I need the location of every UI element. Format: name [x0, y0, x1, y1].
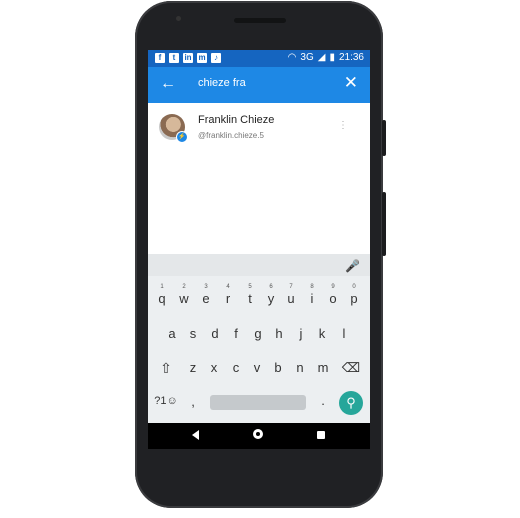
front-camera — [176, 16, 181, 21]
facebook-icon: f — [155, 53, 165, 63]
keyboard-row-2: a s d f g h j k l — [148, 326, 370, 352]
key-v[interactable]: v — [246, 360, 268, 375]
back-arrow-icon[interactable]: ← — [160, 75, 176, 93]
key-l[interactable]: l — [333, 326, 355, 341]
key-h[interactable]: h — [268, 326, 290, 341]
key-s[interactable]: s — [182, 326, 204, 341]
navigation-bar — [148, 423, 370, 449]
period-key[interactable]: . — [316, 393, 330, 408]
keyboard-row-3: ⇧ z x c v b n m ⌫ — [148, 360, 370, 386]
result-handle: @franklin.chieze.5 — [198, 131, 264, 140]
search-app-bar: ← chieze fra ✕ — [148, 67, 370, 103]
key-z[interactable]: z — [182, 360, 204, 375]
notification-icons: f t in m ♪ — [155, 53, 221, 63]
key-c[interactable]: c — [225, 360, 247, 375]
clock: 21:36 — [338, 52, 364, 63]
messenger-badge-icon: ⚡ — [176, 131, 188, 143]
messenger-icon: m — [197, 53, 207, 63]
shift-key-icon[interactable]: ⇧ — [156, 360, 176, 377]
signal-icon: ◢ — [317, 52, 326, 63]
soft-keyboard: 🎤 1q 2w 3e 4r 5t 6y 7u 8i 9o 0p a s d f … — [148, 254, 370, 423]
key-g[interactable]: g — [247, 326, 269, 341]
space-bar[interactable] — [210, 395, 306, 410]
key-n[interactable]: n — [289, 360, 311, 375]
key-b[interactable]: b — [267, 360, 289, 375]
key-e[interactable]: 3e — [195, 284, 217, 306]
key-q[interactable]: 1q — [151, 284, 173, 306]
nav-back-icon[interactable] — [192, 430, 199, 440]
power-button — [382, 120, 386, 156]
key-x[interactable]: x — [203, 360, 225, 375]
status-right: ◠ 3G ◢ ▮ 21:36 — [288, 52, 364, 63]
nav-recents-icon[interactable] — [317, 431, 325, 439]
headset-icon: ◠ — [287, 52, 297, 63]
key-u[interactable]: 7u — [280, 284, 302, 306]
key-o[interactable]: 9o — [322, 284, 344, 306]
search-result-item[interactable]: ⚡ Franklin Chieze @franklin.chieze.5 ⋮ — [148, 103, 370, 149]
result-name: Franklin Chieze — [198, 114, 275, 126]
screen: f t in m ♪ ◠ 3G ◢ ▮ 21:36 ← chieze fra ✕… — [148, 50, 370, 423]
key-a[interactable]: a — [161, 326, 183, 341]
nav-home-icon-center — [256, 432, 260, 436]
earpiece-speaker — [234, 18, 286, 23]
microphone-icon[interactable]: 🎤 — [345, 259, 360, 273]
network-type: 3G — [300, 52, 314, 63]
key-w[interactable]: 2w — [173, 284, 195, 306]
music-icon: ♪ — [211, 53, 221, 63]
key-p[interactable]: 0p — [343, 284, 365, 306]
key-i[interactable]: 8i — [301, 284, 323, 306]
backspace-key-icon[interactable]: ⌫ — [341, 360, 361, 376]
key-y[interactable]: 6y — [260, 284, 282, 306]
key-d[interactable]: d — [204, 326, 226, 341]
comma-key[interactable]: , — [186, 394, 200, 409]
key-k[interactable]: k — [311, 326, 333, 341]
clear-search-icon[interactable]: ✕ — [344, 74, 358, 92]
symbols-key[interactable]: ?1☺ — [151, 395, 181, 407]
search-key-icon[interactable]: ⚲ — [339, 391, 363, 415]
key-j[interactable]: j — [290, 326, 312, 341]
key-m[interactable]: m — [312, 360, 334, 375]
linkedin-icon: in — [183, 53, 193, 63]
status-bar: f t in m ♪ ◠ 3G ◢ ▮ 21:36 — [148, 50, 370, 67]
volume-button — [382, 192, 386, 256]
keyboard-suggestion-strip — [148, 254, 370, 276]
key-t[interactable]: 5t — [239, 284, 261, 306]
more-options-icon[interactable]: ⋮ — [338, 121, 348, 131]
twitter-icon: t — [169, 53, 179, 63]
key-f[interactable]: f — [225, 326, 247, 341]
battery-icon: ▮ — [329, 52, 335, 63]
key-r[interactable]: 4r — [217, 284, 239, 306]
search-input[interactable]: chieze fra — [198, 77, 246, 89]
keyboard-row-1: 1q 2w 3e 4r 5t 6y 7u 8i 9o 0p — [148, 284, 370, 317]
